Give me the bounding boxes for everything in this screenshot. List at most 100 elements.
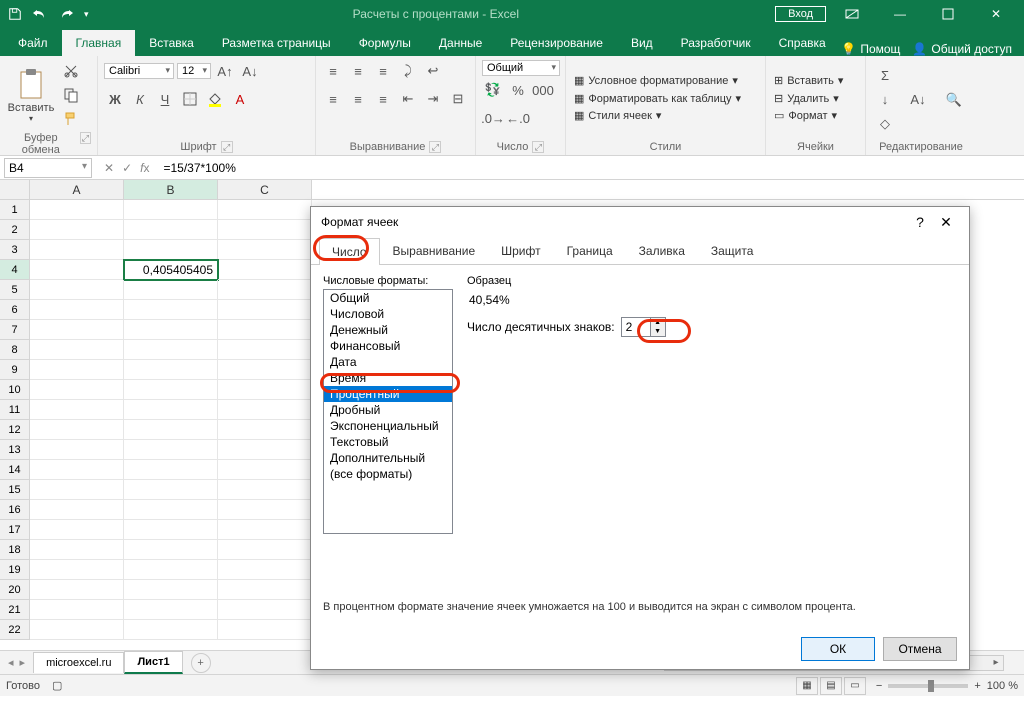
currency-button[interactable]: 💱 bbox=[482, 79, 504, 101]
cell[interactable] bbox=[218, 200, 312, 220]
bold-button[interactable]: Ж bbox=[104, 88, 126, 110]
sheet-tab-2[interactable]: Лист1 bbox=[124, 651, 182, 674]
cell[interactable] bbox=[124, 560, 218, 580]
orientation-button[interactable]: ⤸ bbox=[397, 60, 419, 82]
tab-home[interactable]: Главная bbox=[62, 30, 136, 56]
col-header-c[interactable]: C bbox=[218, 180, 312, 199]
decimals-spinner[interactable]: ▲ ▼ bbox=[621, 317, 666, 337]
format-cells-button[interactable]: ▭Формат ▾ bbox=[774, 108, 843, 126]
cell[interactable] bbox=[30, 220, 124, 240]
row-header[interactable]: 17 bbox=[0, 520, 30, 540]
tab-developer[interactable]: Разработчик bbox=[667, 30, 765, 56]
cell[interactable] bbox=[124, 440, 218, 460]
decrease-font-button[interactable]: A↓ bbox=[239, 60, 261, 82]
cell[interactable] bbox=[218, 300, 312, 320]
cell[interactable] bbox=[124, 580, 218, 600]
tab-file[interactable]: Файл bbox=[4, 30, 62, 56]
row-header[interactable]: 11 bbox=[0, 400, 30, 420]
cell[interactable] bbox=[218, 420, 312, 440]
row-header[interactable]: 20 bbox=[0, 580, 30, 600]
cell[interactable] bbox=[218, 500, 312, 520]
delete-cells-button[interactable]: ⊟Удалить ▾ bbox=[774, 91, 843, 109]
maximize-button[interactable] bbox=[926, 0, 970, 28]
accept-formula-icon[interactable]: ✓ bbox=[122, 161, 132, 175]
number-format-list[interactable]: ОбщийЧисловойДенежныйФинансовыйДатаВремя… bbox=[323, 289, 453, 534]
cancel-button[interactable]: Отмена bbox=[883, 637, 957, 661]
row-header[interactable]: 16 bbox=[0, 500, 30, 520]
copy-button[interactable] bbox=[60, 84, 82, 106]
qat-dropdown-icon[interactable]: ▾ bbox=[84, 9, 89, 20]
increase-indent-button[interactable]: ⇥ bbox=[422, 88, 444, 110]
row-header[interactable]: 13 bbox=[0, 440, 30, 460]
dialog-tab-number[interactable]: Число bbox=[319, 238, 380, 265]
font-color-button[interactable]: A bbox=[229, 88, 251, 110]
spinner-up[interactable]: ▲ bbox=[651, 318, 665, 327]
row-header[interactable]: 7 bbox=[0, 320, 30, 340]
cell[interactable] bbox=[124, 280, 218, 300]
tab-insert[interactable]: Вставка bbox=[135, 30, 208, 56]
spinner-down[interactable]: ▼ bbox=[651, 327, 665, 336]
autosum-button[interactable]: Σ bbox=[874, 65, 896, 87]
row-header[interactable]: 15 bbox=[0, 480, 30, 500]
row-header[interactable]: 3 bbox=[0, 240, 30, 260]
tab-help[interactable]: Справка bbox=[765, 30, 840, 56]
cell[interactable] bbox=[124, 380, 218, 400]
cell[interactable] bbox=[124, 500, 218, 520]
font-size-combo[interactable]: 12 bbox=[177, 63, 211, 79]
redo-icon[interactable] bbox=[58, 7, 74, 21]
format-list-item[interactable]: Финансовый bbox=[324, 338, 452, 354]
cell[interactable] bbox=[30, 480, 124, 500]
cell[interactable] bbox=[218, 360, 312, 380]
row-header[interactable]: 2 bbox=[0, 220, 30, 240]
cell[interactable] bbox=[30, 580, 124, 600]
cell[interactable] bbox=[124, 460, 218, 480]
format-list-item[interactable]: Время bbox=[324, 370, 452, 386]
fx-icon[interactable]: fx bbox=[140, 161, 149, 175]
dialog-tab-alignment[interactable]: Выравнивание bbox=[380, 237, 489, 264]
cell[interactable] bbox=[30, 240, 124, 260]
row-header[interactable]: 5 bbox=[0, 280, 30, 300]
row-header[interactable]: 8 bbox=[0, 340, 30, 360]
fill-color-button[interactable] bbox=[204, 88, 226, 110]
fill-button[interactable]: ↓ bbox=[874, 89, 896, 111]
conditional-formatting-button[interactable]: ▦Условное форматирование ▾ bbox=[574, 73, 741, 91]
find-select-button[interactable]: 🔍 bbox=[940, 89, 968, 111]
cell[interactable] bbox=[30, 260, 124, 280]
sort-filter-button[interactable]: A↓ bbox=[904, 89, 932, 111]
sheet-tab-1[interactable]: microexcel.ru bbox=[33, 652, 124, 673]
zoom-in-button[interactable]: + bbox=[974, 680, 980, 692]
italic-button[interactable]: К bbox=[129, 88, 151, 110]
cell[interactable] bbox=[218, 260, 312, 280]
format-as-table-button[interactable]: ▦Форматировать как таблицу ▾ bbox=[574, 91, 741, 109]
col-header-a[interactable]: A bbox=[30, 180, 124, 199]
tab-data[interactable]: Данные bbox=[425, 30, 496, 56]
dialog-tab-border[interactable]: Граница bbox=[554, 237, 626, 264]
format-list-item[interactable]: Процентный bbox=[324, 386, 452, 402]
cell[interactable] bbox=[124, 220, 218, 240]
cell[interactable] bbox=[30, 620, 124, 640]
increase-font-button[interactable]: A↑ bbox=[214, 60, 236, 82]
undo-icon[interactable] bbox=[32, 7, 48, 21]
cell[interactable] bbox=[124, 360, 218, 380]
format-list-item[interactable]: Общий bbox=[324, 290, 452, 306]
number-format-combo[interactable]: Общий bbox=[482, 60, 560, 76]
cell[interactable] bbox=[218, 560, 312, 580]
cell[interactable] bbox=[30, 520, 124, 540]
row-header[interactable]: 12 bbox=[0, 420, 30, 440]
format-list-item[interactable]: Экспоненциальный bbox=[324, 418, 452, 434]
format-list-item[interactable]: Текстовый bbox=[324, 434, 452, 450]
format-list-item[interactable]: Дата bbox=[324, 354, 452, 370]
underline-button[interactable]: Ч bbox=[154, 88, 176, 110]
decimals-input[interactable] bbox=[622, 318, 650, 336]
cell[interactable] bbox=[30, 200, 124, 220]
comma-button[interactable]: 000 bbox=[532, 79, 554, 101]
increase-decimal-button[interactable]: .0→ bbox=[482, 107, 504, 129]
format-list-item[interactable]: Дробный bbox=[324, 402, 452, 418]
wrap-text-button[interactable]: ↩ bbox=[422, 60, 444, 82]
format-list-item[interactable]: Денежный bbox=[324, 322, 452, 338]
cancel-formula-icon[interactable]: ✕ bbox=[104, 161, 114, 175]
zoom-slider[interactable] bbox=[888, 684, 968, 688]
formula-bar[interactable]: =15/37*100% bbox=[157, 159, 1024, 177]
tab-formulas[interactable]: Формулы bbox=[345, 30, 425, 56]
cell[interactable] bbox=[124, 540, 218, 560]
